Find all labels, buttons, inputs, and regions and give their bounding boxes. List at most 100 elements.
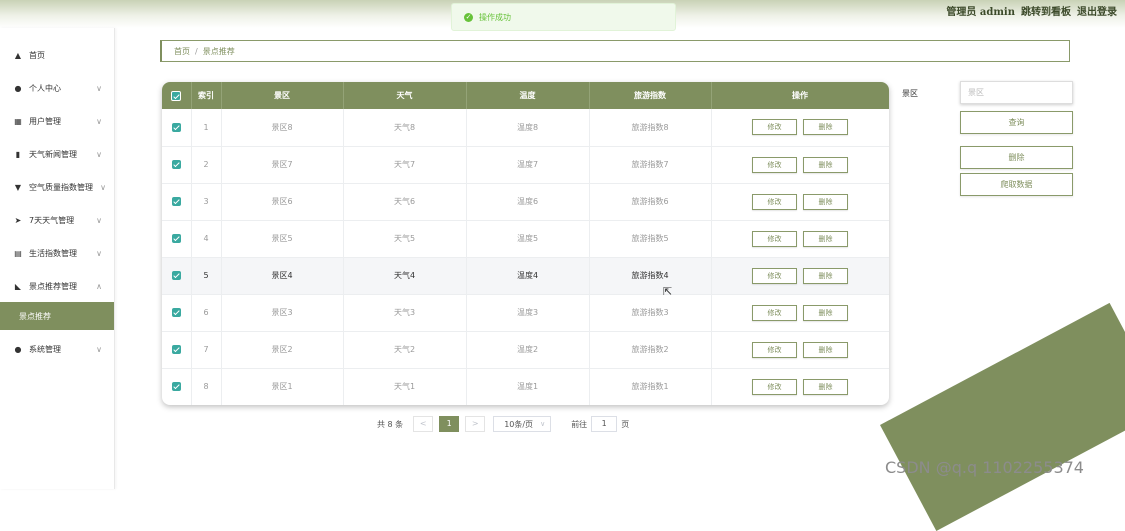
scenic-search-input[interactable] [960, 81, 1073, 104]
cell-index: 5 [191, 257, 222, 295]
delete-row-button[interactable]: 删除 [803, 230, 848, 247]
toast-message: 操作成功 [479, 12, 511, 22]
cell-scenic: 景区1 [221, 368, 344, 405]
send-icon: ➤ [14, 215, 22, 225]
cell-index: 8 [191, 368, 222, 405]
query-button[interactable]: 查询 [960, 111, 1073, 134]
header-links: 管理员 admin 跳转到看板 退出登录 [946, 3, 1117, 18]
table-row: 4 景区5 天气5 温度5 旅游指数5 修改 删除 [162, 220, 889, 258]
table-row: 2 景区7 天气7 温度7 旅游指数7 修改 删除 [162, 146, 889, 184]
logout-link[interactable]: 退出登录 [1077, 3, 1117, 18]
sidebar-item-personal-center[interactable]: ● 个人中心 ∨ [0, 78, 114, 98]
cell-tour-index: 旅游指数7 [589, 146, 712, 184]
cell-weather: 天气4 [343, 257, 467, 295]
edit-button[interactable]: 修改 [752, 230, 797, 247]
chevron-down-icon: ∨ [96, 149, 102, 159]
delete-row-button[interactable]: 删除 [803, 119, 848, 136]
total-count: 共 8 条 [377, 419, 404, 429]
sidebar-item-7day-weather[interactable]: ➤ 7天天气管理 ∨ [0, 210, 114, 230]
row-checkbox[interactable] [171, 234, 181, 243]
delete-row-button[interactable]: 删除 [803, 267, 848, 284]
page-number-button[interactable]: 1 [439, 416, 460, 432]
user-icon: ● [14, 83, 22, 93]
sidebar-item-weather-news[interactable]: ▮ 天气新闻管理 ∨ [0, 144, 114, 164]
cell-weather: 天气8 [343, 109, 467, 147]
chart-icon: ▮ [15, 149, 21, 159]
select-all-cell[interactable] [162, 82, 192, 109]
select-all-checkbox[interactable] [171, 90, 182, 101]
chevron-down-icon: ∨ [96, 116, 102, 126]
row-checkbox[interactable] [171, 160, 181, 169]
edit-button[interactable]: 修改 [752, 156, 797, 173]
cell-weather: 天气7 [343, 146, 467, 184]
cell-index: 2 [191, 146, 222, 184]
cell-scenic: 景区6 [221, 183, 344, 221]
cell-tour-index: 旅游指数1 [589, 368, 712, 405]
cell-temperature: 温度3 [466, 294, 590, 332]
column-header: 景区 [221, 82, 344, 109]
check-circle-icon: ✓ [464, 12, 473, 22]
cell-actions: 修改 删除 [711, 257, 889, 295]
row-checkbox[interactable] [171, 122, 181, 132]
cell-tour-index: 旅游指数3 [589, 294, 712, 332]
chevron-down-icon: ∨ [100, 182, 106, 192]
sidebar-item-home[interactable]: ▲ 首页 [0, 45, 114, 65]
cell-weather: 天气1 [343, 368, 467, 405]
cell-index: 3 [191, 183, 222, 221]
crawl-data-button[interactable]: 爬取数据 [960, 173, 1073, 196]
cell-actions: 修改 删除 [711, 368, 889, 405]
sidebar-item-system-management[interactable]: ● 系统管理 ∨ [0, 339, 114, 359]
edit-button[interactable]: 修改 [752, 193, 797, 210]
row-checkbox[interactable] [171, 345, 181, 354]
delete-row-button[interactable]: 删除 [803, 341, 848, 358]
page-size-select[interactable]: 10条/页 ∨ [493, 416, 552, 432]
edit-button[interactable]: 修改 [752, 267, 797, 284]
cell-actions: 修改 删除 [711, 331, 889, 369]
goto-page-input[interactable]: 1 [591, 416, 618, 432]
edit-button[interactable]: 修改 [752, 304, 797, 321]
cell-tour-index: 旅游指数2 [589, 331, 712, 369]
edit-button[interactable]: 修改 [752, 341, 797, 358]
row-checkbox[interactable] [171, 308, 181, 317]
search-label: 景区 [902, 89, 918, 98]
edit-button[interactable]: 修改 [752, 119, 797, 136]
next-page-button[interactable]: > [465, 416, 486, 432]
decorative-shape [880, 302, 1125, 531]
cell-weather: 天气2 [343, 331, 467, 369]
prev-page-button[interactable]: < [413, 416, 434, 432]
table-header-row: 索引 景区 天气 温度 旅游指数 操作 [162, 82, 889, 109]
clipboard-icon: ▤ [14, 248, 22, 258]
sidebar-item-life-index[interactable]: ▤ 生活指数管理 ∨ [0, 243, 114, 263]
breadcrumb-home-link[interactable]: 首页 [174, 46, 190, 57]
bulk-delete-button[interactable]: 删除 [960, 146, 1073, 169]
cell-temperature: 温度1 [466, 368, 590, 405]
cell-scenic: 景区4 [221, 257, 344, 295]
delete-row-button[interactable]: 删除 [803, 378, 848, 395]
row-checkbox[interactable] [171, 382, 181, 391]
page-unit-label: 页 [621, 419, 630, 429]
sidebar-item-air-quality[interactable]: ▼ 空气质量指数管理 ∨ [0, 177, 114, 197]
sidebar-item-scenic-management[interactable]: ◣ 景点推荐管理 ∧ [0, 276, 114, 296]
chevron-down-icon: ∨ [96, 215, 102, 225]
sidebar-item-user-management[interactable]: ▦ 用户管理 ∨ [0, 111, 114, 131]
table-row: 5 景区4 天气4 温度4 旅游指数4 修改 删除 [162, 257, 889, 295]
row-checkbox[interactable] [171, 197, 181, 206]
cell-tour-index: 旅游指数6 [589, 183, 712, 221]
cell-temperature: 温度2 [466, 331, 590, 369]
sidebar-item-label: 天气新闻管理 [29, 149, 77, 159]
jump-dashboard-link[interactable]: 跳转到看板 [1021, 3, 1071, 18]
goto-label: 前往 [571, 419, 588, 429]
delete-row-button[interactable]: 删除 [803, 304, 848, 321]
filter-icon: ▼ [14, 182, 22, 192]
cell-temperature: 温度7 [466, 146, 590, 184]
edit-button[interactable]: 修改 [752, 378, 797, 395]
row-checkbox[interactable] [171, 271, 181, 280]
delete-row-button[interactable]: 删除 [803, 156, 848, 173]
sidebar-subitem-scenic-recommend[interactable]: 景点推荐 [0, 302, 114, 330]
cell-scenic: 景区5 [221, 220, 344, 258]
table-row: 6 景区3 天气3 温度3 旅游指数3 修改 删除 [162, 294, 889, 332]
success-toast: ✓ 操作成功 [451, 3, 676, 31]
page-size-value: 10条/页 [504, 419, 534, 429]
delete-row-button[interactable]: 删除 [803, 193, 848, 210]
cell-tour-index: 旅游指数5 [589, 220, 712, 258]
